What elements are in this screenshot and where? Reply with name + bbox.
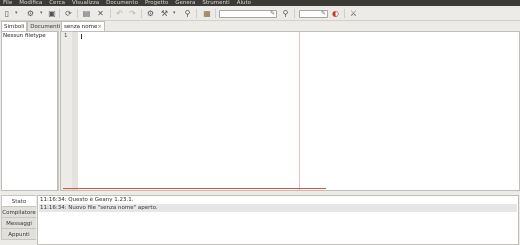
run-icon[interactable]: ⚲: [183, 9, 192, 18]
status-line: 11:16:34: Questo è Geany 1.23.1.: [40, 197, 134, 203]
symbols-panel: Nessun filetype: [1, 31, 58, 191]
new-file-dropdown-icon[interactable]: ▾: [15, 10, 18, 16]
goto-line-input[interactable]: ✎: [299, 10, 328, 18]
tab-simboli[interactable]: Simboli: [1, 21, 28, 31]
color-chooser-icon[interactable]: ▦: [202, 9, 212, 18]
tab-document[interactable]: senza nome ×: [61, 21, 105, 31]
fold-margin[interactable]: [72, 32, 78, 190]
horizontal-scrollbar[interactable]: [63, 188, 326, 189]
jump-to-line-icon[interactable]: ◐: [331, 9, 340, 18]
toolbar-separator: [344, 9, 345, 18]
save-all-icon[interactable]: ⟳: [64, 9, 73, 18]
long-line-marker: [299, 32, 300, 190]
toolbar: ▯ ▾ ⚙ ▾ ▣ ⟳ ▤ ✕ ↶ ↷ ⚙ ⚒ ▾ ⚲ ▦ ✎ ⚲ ✎ ◐ ⚔: [0, 6, 520, 21]
editor-area[interactable]: 1: [60, 31, 520, 191]
build-dropdown-icon[interactable]: ▾: [173, 10, 176, 16]
toolbar-separator: [77, 9, 78, 18]
revert-icon[interactable]: ▤: [82, 9, 91, 18]
toolbar-separator: [196, 9, 197, 18]
sidebar-tabs: Simboli Documenti: [1, 21, 64, 31]
search-input[interactable]: ✎: [219, 10, 277, 18]
sidebar: Simboli Documenti Nessun filetype: [0, 21, 64, 191]
zoom-icon[interactable]: ⚲: [281, 9, 290, 18]
new-file-icon[interactable]: ▯: [3, 9, 11, 18]
redo-icon[interactable]: ↷: [128, 9, 137, 18]
symbols-placeholder: Nessun filetype: [3, 33, 46, 39]
save-icon[interactable]: ▣: [48, 9, 56, 18]
status-line: 11:16:34: Nuovo file "senza nome" aperto…: [39, 204, 517, 212]
compile-icon[interactable]: ⚙: [146, 9, 155, 18]
open-file-icon[interactable]: ⚙: [26, 9, 35, 18]
toolbar-separator: [141, 9, 142, 18]
line-number-margin: 1: [61, 32, 72, 190]
open-file-dropdown-icon[interactable]: ▾: [40, 10, 43, 16]
toolbar-separator: [215, 9, 216, 18]
toolbar-separator: [110, 9, 111, 18]
pencil-icon: ✎: [320, 10, 326, 17]
close-file-icon[interactable]: ✕: [96, 9, 105, 18]
tab-appunti[interactable]: Appunti: [1, 228, 36, 240]
pencil-icon: ✎: [269, 10, 275, 17]
undo-icon[interactable]: ↶: [115, 9, 124, 18]
text-caret: [81, 34, 82, 39]
tab-documenti[interactable]: Documenti: [27, 21, 64, 31]
toolbar-separator: [294, 9, 295, 18]
message-window: Stato Compilatore Messaggi Appunti 11:16…: [0, 195, 520, 245]
status-panel: 11:16:34: Questo è Geany 1.23.1. 11:16:3…: [37, 195, 519, 245]
quit-icon[interactable]: ⚔: [349, 9, 358, 18]
editor-tabs: senza nome ×: [60, 21, 520, 31]
tab-document-label: senza nome: [64, 24, 98, 30]
build-icon[interactable]: ⚒: [160, 9, 169, 18]
toolbar-separator: [59, 9, 60, 18]
line-number: 1: [64, 33, 68, 39]
